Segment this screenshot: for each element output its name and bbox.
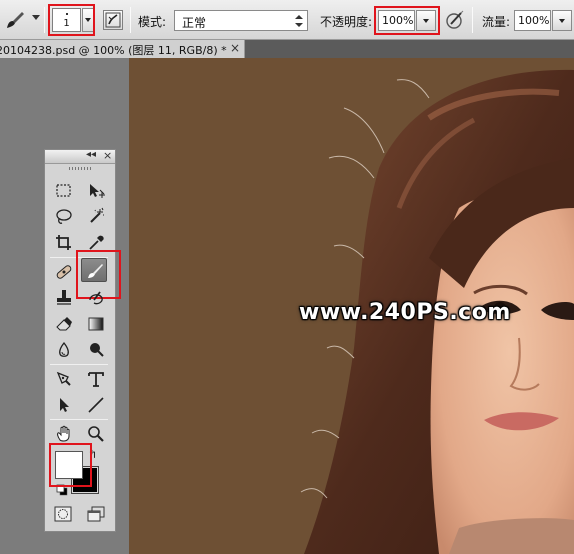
pen-tool[interactable] [51, 367, 77, 391]
gradient-tool[interactable] [83, 312, 109, 336]
toggle-brush-panel-button[interactable] [103, 10, 123, 30]
document-title: 20104238.psd @ 100% (图层 11, RGB/8) * [0, 44, 227, 57]
highlight-box-opacity [374, 6, 440, 35]
watermark-text: www.240PS.com [299, 300, 511, 325]
hand-icon [57, 425, 70, 442]
separator [472, 7, 473, 33]
history-brush-icon [89, 291, 103, 305]
flow-input[interactable]: 100% [514, 10, 551, 31]
crop-tool[interactable] [51, 231, 77, 255]
mode-label: 模式: [138, 15, 167, 29]
line-icon [88, 397, 104, 413]
gradient-icon [88, 317, 104, 331]
history-brush-tool[interactable] [83, 286, 109, 310]
brush-panel-icon [105, 12, 121, 28]
rectangular-marquee-icon [56, 184, 71, 197]
lasso-icon [56, 209, 72, 224]
eraser-icon [56, 317, 72, 331]
flow-slider-button[interactable] [552, 10, 572, 31]
crop-icon [56, 235, 71, 250]
magic-wand-icon [90, 207, 104, 223]
toolbox-divider [50, 419, 108, 420]
move-icon [90, 184, 105, 198]
collapse-icon[interactable]: ◂◂ [86, 149, 96, 160]
pressure-opacity-icon[interactable] [444, 9, 466, 31]
move-tool[interactable] [83, 179, 109, 203]
eraser-tool[interactable] [51, 312, 77, 336]
lasso-tool[interactable] [51, 205, 77, 229]
tools-panel-header[interactable]: ◂◂ × [45, 149, 115, 164]
separator [130, 7, 131, 33]
chevron-down-icon [559, 19, 565, 23]
path-selection-tool[interactable] [51, 393, 77, 417]
path-selection-icon [60, 398, 69, 412]
tool-preset-dropdown-icon[interactable] [32, 15, 40, 20]
options-bar: 1 模式: 正常 不透明度: 100% 流量: 100% [0, 0, 574, 40]
healing-brush-tool[interactable] [51, 260, 77, 284]
close-icon[interactable]: × [103, 149, 112, 162]
document-canvas[interactable]: www.240PS.com [129, 58, 574, 554]
dodge-tool[interactable] [83, 338, 109, 362]
pen-icon [56, 371, 71, 386]
quick-mask-icon[interactable] [53, 505, 73, 523]
highlight-box-foreground-color [49, 443, 92, 487]
updown-arrows-icon [295, 15, 303, 27]
flow-label: 流量: [482, 15, 511, 29]
opacity-label: 不透明度: [320, 15, 373, 29]
document-tab-bar: 20104238.psd @ 100% (图层 11, RGB/8) * × [0, 40, 574, 58]
rectangular-marquee-tool[interactable] [51, 179, 77, 203]
close-icon[interactable]: × [230, 41, 240, 55]
type-icon [88, 372, 104, 387]
magic-wand-tool[interactable] [83, 205, 109, 229]
screen-mode-icon[interactable] [86, 505, 106, 523]
blend-mode-value: 正常 [182, 16, 207, 30]
toolbox-divider [50, 364, 108, 365]
type-tool[interactable] [83, 367, 109, 391]
blur-tool[interactable] [51, 338, 77, 362]
clone-stamp-tool[interactable] [51, 286, 77, 310]
brush-tool-preset-icon[interactable] [4, 9, 26, 31]
highlight-box-brush-size [48, 4, 95, 36]
zoom-icon [88, 426, 104, 442]
clone-stamp-icon [57, 290, 71, 305]
blur-icon [58, 341, 70, 357]
line-tool[interactable] [83, 393, 109, 417]
document-tab[interactable]: 20104238.psd @ 100% (图层 11, RGB/8) * × [0, 40, 245, 58]
blend-mode-select[interactable]: 正常 [174, 10, 308, 31]
dodge-icon [90, 343, 104, 357]
healing-brush-icon [56, 265, 72, 279]
separator [44, 7, 45, 33]
panel-grip[interactable] [69, 167, 91, 170]
